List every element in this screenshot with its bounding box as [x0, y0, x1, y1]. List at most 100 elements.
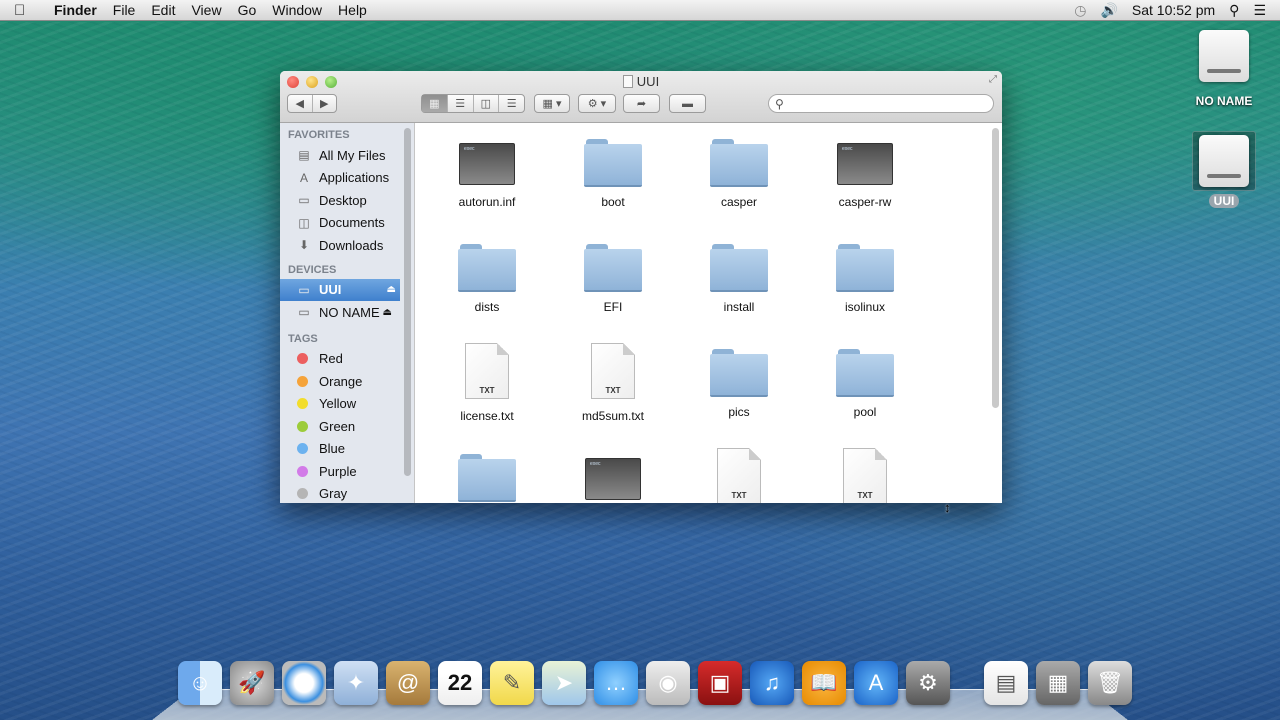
time-machine-icon[interactable]: ◷	[1074, 2, 1086, 19]
search-field[interactable]: ⚲	[768, 94, 994, 113]
executable-icon	[459, 143, 515, 185]
sidebar-item-no-name[interactable]: ▭ NO NAME ⏏	[280, 301, 414, 324]
title-bar[interactable]: UUI ⤢ ◀ ▶ ▦ ☰ ◫ ☰ ▦ ▾ ⚙ ▾ ➦ ▬ ⚲	[280, 71, 1002, 123]
file-item[interactable]	[424, 448, 550, 503]
column-view-button[interactable]: ◫	[472, 95, 499, 112]
sidebar-item-uui[interactable]: ▭ UUI ⏏	[280, 278, 400, 301]
sidebar-scrollbar[interactable]	[404, 128, 411, 476]
back-button[interactable]: ◀	[288, 95, 312, 112]
dock-ibooks-icon[interactable]: 📖	[802, 661, 846, 705]
notification-center-icon[interactable]: ☰	[1253, 2, 1266, 19]
dock-contacts-icon[interactable]: @	[386, 661, 430, 705]
dock-safari-icon[interactable]: ✹	[282, 661, 326, 705]
file-name: autorun.inf	[458, 195, 516, 209]
list-view-button[interactable]: ☰	[446, 95, 473, 112]
sidebar-tag-yellow[interactable]: Yellow	[280, 393, 414, 416]
file-name: isolinux	[844, 300, 886, 314]
dock-launchpad-icon[interactable]: 🚀	[230, 661, 274, 705]
file-item[interactable]: pool	[802, 343, 928, 448]
dock-calendar-icon[interactable]: 22	[438, 661, 482, 705]
dock-messages-icon[interactable]: …	[594, 661, 638, 705]
sidebar-tag-green[interactable]: Green	[280, 415, 414, 438]
menu-window[interactable]: Window	[264, 2, 330, 18]
folder-icon	[584, 244, 642, 292]
dock-document-icon[interactable]: ▤	[984, 661, 1028, 705]
sidebar-item-downloads[interactable]: ⬇ Downloads	[280, 234, 414, 257]
eject-icon[interactable]: ⏏	[387, 284, 396, 295]
sidebar-tag-blue[interactable]: Blue	[280, 438, 414, 461]
dock-maps-icon[interactable]: ➤	[542, 661, 586, 705]
desktop-drive-no-name[interactable]: NO NAME	[1184, 30, 1264, 108]
arrange-button[interactable]: ▦ ▾	[534, 94, 570, 113]
drive-label: UUI	[1208, 194, 1240, 208]
eject-icon[interactable]: ⏏	[383, 307, 392, 318]
file-name: boot	[601, 195, 625, 209]
icon-view-button[interactable]: ▦	[422, 95, 447, 112]
tag-color-dot-icon	[297, 353, 308, 365]
file-name: license.txt	[460, 409, 514, 423]
sidebar-tag-gray[interactable]: Gray	[280, 483, 414, 504]
file-item[interactable]: casper-rw	[802, 133, 928, 238]
file-item[interactable]: TXT	[676, 448, 802, 503]
dock-notes-icon[interactable]: ✎	[490, 661, 534, 705]
action-gear-button[interactable]: ⚙ ▾	[578, 94, 616, 113]
back-forward-buttons: ◀ ▶	[287, 94, 337, 113]
sidebar-tag-orange[interactable]: Orange	[280, 370, 414, 393]
spotlight-icon[interactable]: ⚲	[1229, 2, 1239, 19]
dock-finder-icon[interactable]: ☺	[178, 661, 222, 705]
file-item[interactable]: autorun.inf	[424, 133, 550, 238]
volume-icon[interactable]: 🔊	[1100, 2, 1117, 19]
dock-photo-booth-icon[interactable]: ▣	[698, 661, 742, 705]
tags-button[interactable]: ▬	[669, 94, 706, 113]
sidebar-item-all-my-files[interactable]: ▤ All My Files	[280, 144, 414, 167]
all-files-icon: ▤	[298, 148, 310, 163]
dock-mail-icon[interactable]: ✦	[334, 661, 378, 705]
downloads-icon: ⬇	[298, 238, 310, 253]
dock-trash-icon[interactable]: 🗑	[1088, 661, 1132, 705]
menu-help[interactable]: Help	[330, 2, 375, 18]
dock-downloads-stack-icon[interactable]: ▦	[1036, 661, 1080, 705]
file-name: EFI	[603, 300, 623, 314]
clock[interactable]: Sat 10:52 pm	[1132, 2, 1215, 18]
file-item[interactable]: TXT	[802, 448, 928, 503]
dock-facetime-icon[interactable]: ◉	[646, 661, 690, 705]
file-item[interactable]: pics	[676, 343, 802, 448]
sidebar-tag-purple[interactable]: Purple	[280, 460, 414, 483]
file-item[interactable]: TXT md5sum.txt	[550, 343, 676, 448]
dock-system-preferences-icon[interactable]: ⚙	[906, 661, 950, 705]
menu-view[interactable]: View	[183, 2, 229, 18]
fullscreen-icon[interactable]: ⤢	[989, 74, 997, 85]
apple-menu-icon[interactable]: 	[14, 2, 36, 19]
file-item[interactable]: EFI	[550, 238, 676, 343]
search-input[interactable]	[787, 96, 993, 111]
menu-finder[interactable]: Finder	[46, 2, 105, 18]
desktop-icon: ▭	[298, 193, 310, 208]
file-item[interactable]: install	[676, 238, 802, 343]
cover-flow-view-button[interactable]: ☰	[498, 95, 524, 112]
sidebar-item-documents[interactable]: ◫ Documents	[280, 212, 414, 235]
dock-itunes-icon[interactable]: ♫	[750, 661, 794, 705]
sidebar-item-applications[interactable]: A Applications	[280, 167, 414, 190]
file-item[interactable]: casper	[676, 133, 802, 238]
desktop-drive-uui[interactable]: UUI	[1184, 131, 1264, 208]
content-scrollbar[interactable]	[992, 128, 999, 408]
file-item[interactable]: boot	[550, 133, 676, 238]
menu-edit[interactable]: Edit	[143, 2, 183, 18]
folder-icon	[710, 349, 768, 397]
file-item[interactable]: dists	[424, 238, 550, 343]
menu-go[interactable]: Go	[230, 2, 265, 18]
sidebar-item-desktop[interactable]: ▭ Desktop	[280, 189, 414, 212]
file-name: md5sum.txt	[581, 409, 644, 423]
folder-icon	[584, 139, 642, 187]
file-name: pics	[728, 405, 750, 419]
menu-file[interactable]: File	[105, 2, 144, 18]
forward-button[interactable]: ▶	[311, 95, 337, 112]
sidebar-tag-red[interactable]: Red	[280, 348, 414, 371]
share-button[interactable]: ➦	[623, 94, 660, 113]
text-file-icon: TXT	[465, 343, 509, 399]
dock-app-store-icon[interactable]: A	[854, 661, 898, 705]
file-item[interactable]: isolinux	[802, 238, 928, 343]
file-name: pool	[853, 405, 877, 419]
file-item[interactable]: TXT license.txt	[424, 343, 550, 448]
file-item[interactable]	[550, 448, 676, 503]
